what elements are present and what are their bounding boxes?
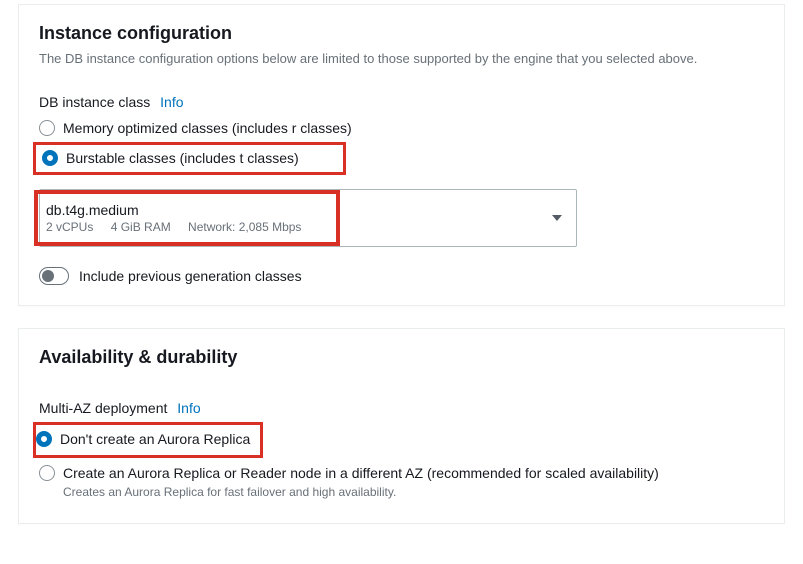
radio-icon [39,465,55,481]
panel-body: DB instance class Info Memory optimized … [19,76,784,305]
highlight-instance-select: db.t4g.medium 2 vCPUs 4 GiB RAM Network:… [34,190,340,246]
db-instance-class-label: DB instance class [39,94,150,110]
radio-label: Create an Aurora Replica or Reader node … [63,464,659,484]
include-prev-gen-row: Include previous generation classes [39,267,764,285]
instance-select[interactable]: db.t4g.medium 2 vCPUs 4 GiB RAM Network:… [39,189,577,247]
info-link[interactable]: Info [177,400,200,416]
instance-specs: 2 vCPUs 4 GiB RAM Network: 2,085 Mbps [46,220,328,234]
include-prev-gen-label: Include previous generation classes [79,268,302,284]
multi-az-label-row: Multi-AZ deployment Info [39,400,764,416]
instance-name: db.t4g.medium [46,202,328,218]
panel-header: Instance configuration The DB instance c… [19,5,784,76]
chevron-down-icon [552,215,562,221]
radio-icon-selected [36,431,52,447]
radio-label: Burstable classes (includes t classes) [66,149,299,169]
include-prev-gen-toggle[interactable] [39,267,69,285]
panel-header: Availability & durability [19,329,784,382]
db-class-radio-group: Memory optimized classes (includes r cla… [39,116,764,177]
radio-no-replica[interactable]: Don't create an Aurora Replica [36,426,250,454]
db-instance-class-label-row: DB instance class Info [39,94,764,110]
instance-vcpus: 2 vCPUs [46,220,93,234]
radio-icon [39,120,55,136]
toggle-knob-icon [42,270,54,282]
select-caret-area [340,190,576,246]
panel-description: The DB instance configuration options be… [39,50,764,68]
radio-create-replica[interactable]: Create an Aurora Replica or Reader node … [39,460,764,503]
panel-title: Instance configuration [39,23,764,44]
radio-text-block: Create an Aurora Replica or Reader node … [63,464,659,499]
instance-network: Network: 2,085 Mbps [188,220,301,234]
multi-az-radio-group: Don't create an Aurora Replica Create an… [39,422,764,502]
multi-az-label: Multi-AZ deployment [39,400,167,416]
radio-burstable[interactable]: Burstable classes (includes t classes) [36,146,299,172]
info-link[interactable]: Info [160,94,183,110]
radio-label: Don't create an Aurora Replica [60,430,250,450]
instance-select-content: db.t4g.medium 2 vCPUs 4 GiB RAM Network:… [44,202,330,234]
instance-select-wrap: db.t4g.medium 2 vCPUs 4 GiB RAM Network:… [39,189,764,247]
instance-ram: 4 GiB RAM [111,220,171,234]
highlight-burstable: Burstable classes (includes t classes) [33,142,346,176]
radio-hint: Creates an Aurora Replica for fast failo… [63,485,659,499]
panel-body: Multi-AZ deployment Info Don't create an… [19,382,784,522]
highlight-no-replica: Don't create an Aurora Replica [33,422,263,458]
radio-label: Memory optimized classes (includes r cla… [63,119,352,139]
radio-icon-selected [42,150,58,166]
radio-memory-optimized[interactable]: Memory optimized classes (includes r cla… [39,116,764,142]
availability-durability-panel: Availability & durability Multi-AZ deplo… [18,328,785,523]
panel-title: Availability & durability [39,347,764,368]
instance-configuration-panel: Instance configuration The DB instance c… [18,4,785,306]
